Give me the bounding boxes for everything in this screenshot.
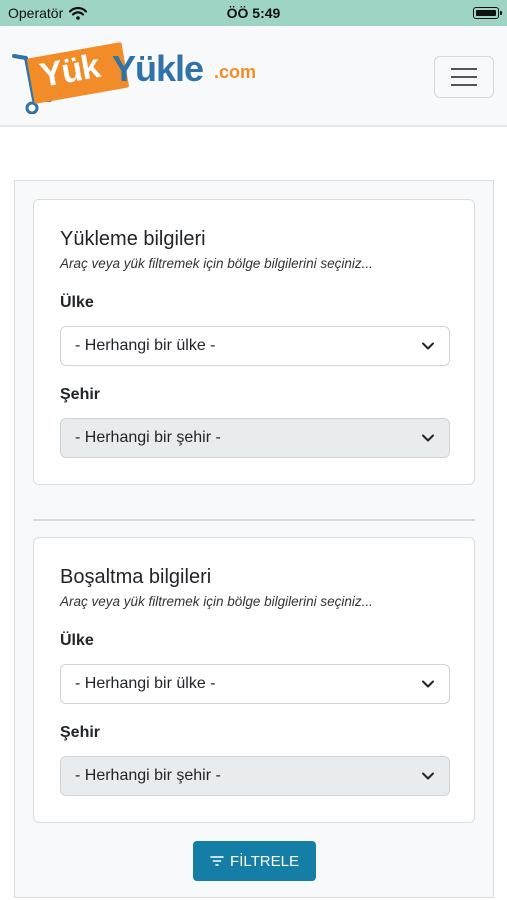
logo-text-yukle: Yükle — [112, 48, 204, 89]
hamburger-icon-line — [451, 76, 477, 78]
loading-city-select[interactable]: - Herhangi bir şehir - — [60, 418, 450, 458]
unloading-city-value: - Herhangi bir şehir - — [75, 767, 221, 784]
menu-toggle-button[interactable] — [434, 56, 494, 98]
unloading-city-select[interactable]: - Herhangi bir şehir - — [60, 756, 450, 796]
unloading-card: Boşaltma bilgileri Araç veya yük filtrem… — [33, 537, 475, 823]
loading-subtitle: Araç veya yük filtremek için bölge bilgi… — [60, 256, 373, 271]
wifi-icon — [69, 6, 88, 20]
unloading-title: Boşaltma bilgileri — [60, 566, 212, 588]
chevron-down-icon — [422, 680, 434, 688]
chevron-down-icon — [422, 772, 434, 780]
unloading-city-label: Şehir — [60, 724, 101, 741]
brand-logo[interactable]: Yük Yükle .com — [12, 38, 272, 118]
chevron-down-icon — [422, 342, 434, 350]
unloading-country-select[interactable]: - Herhangi bir ülke - — [60, 664, 450, 704]
loading-city-label: Şehir — [60, 386, 101, 403]
hamburger-icon-line — [451, 84, 477, 86]
loading-country-value: - Herhangi bir ülke - — [75, 337, 216, 354]
loading-title: Yükleme bilgileri — [60, 228, 206, 250]
loading-country-label: Ülke — [60, 294, 94, 311]
filter-button-label: FİLTRELE — [230, 852, 299, 870]
loading-country-select[interactable]: - Herhangi bir ülke - — [60, 326, 450, 366]
status-bar: Operatör ÖÖ 5:49 — [0, 0, 507, 26]
unloading-subtitle: Araç veya yük filtremek için bölge bilgi… — [60, 594, 373, 609]
filter-button[interactable]: FİLTRELE — [193, 841, 316, 881]
filter-icon — [210, 856, 224, 866]
hamburger-icon-line — [451, 68, 477, 70]
unloading-country-value: - Herhangi bir ülke - — [75, 675, 216, 692]
logo-text-com: .com — [214, 62, 257, 82]
chevron-down-icon — [422, 434, 434, 442]
battery-icon — [473, 7, 502, 19]
loading-city-value: - Herhangi bir şehir - — [75, 429, 221, 446]
status-left: Operatör — [0, 5, 88, 21]
unloading-country-label: Ülke — [60, 632, 94, 649]
section-divider — [33, 519, 475, 521]
carrier-label: Operatör — [8, 5, 64, 21]
filter-container: Yükleme bilgileri Araç veya yük filtreme… — [14, 180, 494, 898]
navbar: Yük Yükle .com — [0, 26, 507, 127]
status-right — [473, 7, 507, 19]
loading-card: Yükleme bilgileri Araç veya yük filtreme… — [33, 199, 475, 485]
